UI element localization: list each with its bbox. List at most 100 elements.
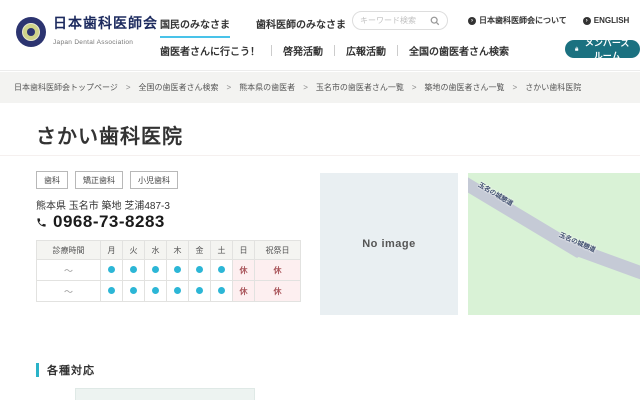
open-dot-icon: [152, 266, 159, 273]
breadcrumb-item-4[interactable]: 築地の歯医者さん一覧: [425, 82, 505, 93]
utility-links: ›日本歯科医師会について›ENGLISH: [468, 15, 629, 26]
breadcrumb: 日本歯科医師会トップページ > 全国の歯医者さん検索 > 熊本県の歯医者 > 玉名市の歯医者…: [0, 72, 640, 103]
primary-nav-item-1[interactable]: 歯科医師のみなさま: [256, 16, 346, 38]
nav-divider: [271, 45, 272, 56]
section-support: 各種対応: [36, 362, 95, 378]
breadcrumb-separator: >: [513, 83, 518, 92]
utility-link-1[interactable]: ›ENGLISH: [583, 15, 630, 26]
schedule-time-cell: ～: [37, 260, 101, 281]
phone-icon: [36, 217, 47, 228]
open-dot-icon: [218, 266, 225, 273]
clinic-tags: 歯科矯正歯科小児歯科: [36, 171, 178, 189]
section-title: 各種対応: [47, 362, 95, 378]
clinic-address: 熊本県 玉名市 築地 芝浦487-3: [36, 197, 170, 212]
open-dot-icon: [174, 287, 181, 294]
schedule-open-cell: [101, 260, 123, 281]
schedule-header-cell: 日: [233, 241, 255, 260]
secondary-nav: 歯医者さんに行こう！ 啓発活動 広報活動 全国の歯医者さん検索: [160, 41, 509, 59]
secondary-nav-item-3[interactable]: 全国の歯医者さん検索: [409, 43, 509, 58]
utility-link-0[interactable]: ›日本歯科医師会について: [468, 15, 567, 26]
schedule-open-cell: [123, 281, 145, 302]
breadcrumb-separator: >: [412, 83, 417, 92]
schedule-header-cell: 診療時間: [37, 241, 101, 260]
phone-number[interactable]: 0968-73-8283: [53, 212, 165, 232]
schedule-open-cell: [189, 281, 211, 302]
section-accent-bar: [36, 363, 39, 377]
schedule-open-cell: [189, 260, 211, 281]
schedule-open-cell: [145, 260, 167, 281]
schedule-header-cell: 火: [123, 241, 145, 260]
schedule-header-cell: 金: [189, 241, 211, 260]
schedule-header-cell: 月: [101, 241, 123, 260]
schedule-time-cell: ～: [37, 281, 101, 302]
schedule-header-cell: 祝祭日: [255, 241, 301, 260]
breadcrumb-item-5[interactable]: さかい歯科医院: [525, 82, 581, 93]
members-room-label: メンバーズルーム: [583, 36, 631, 62]
schedule-table: 診療時間月火水木金土日祝祭日～休休～休休: [36, 240, 301, 302]
map[interactable]: 玉名の城憩道 玉名の城憩道: [468, 173, 640, 315]
schedule-open-cell: [211, 281, 233, 302]
schedule-header-row: 診療時間月火水木金土日祝祭日: [37, 241, 301, 260]
schedule-open-cell: [211, 260, 233, 281]
utility-link-label: ENGLISH: [594, 16, 630, 25]
arrow-circle-icon: ›: [583, 17, 591, 25]
schedule-closed-cell: 休: [233, 260, 255, 281]
keyword-search[interactable]: [352, 11, 448, 30]
breadcrumb-item-1[interactable]: 全国の歯医者さん検索: [139, 82, 219, 93]
breadcrumb-separator: >: [303, 83, 308, 92]
open-dot-icon: [218, 287, 225, 294]
primary-nav-item-0[interactable]: 国民のみなさま: [160, 16, 230, 38]
schedule-row: ～ 休休: [37, 281, 301, 302]
breadcrumb-item-0[interactable]: 日本歯科医師会トップページ: [14, 82, 118, 93]
schedule-open-cell: [145, 281, 167, 302]
schedule-closed-cell: 休: [255, 281, 301, 302]
schedule-open-cell: [123, 260, 145, 281]
search-input[interactable]: [360, 16, 430, 25]
schedule-header-cell: 土: [211, 241, 233, 260]
clinic-phone: 0968-73-8283: [36, 212, 165, 232]
breadcrumb-separator: >: [126, 83, 131, 92]
site-logo[interactable]: 日本歯科医師会 Japan Dental Association: [16, 15, 158, 49]
logo-title: 日本歯科医師会: [53, 15, 158, 31]
nav-divider: [397, 45, 398, 56]
clinic-name-title: さかい歯科医院: [36, 120, 183, 149]
breadcrumb-separator: >: [227, 83, 232, 92]
site-header: 日本歯科医師会 Japan Dental Association 国民のみなさま…: [0, 0, 640, 71]
title-divider: [0, 155, 640, 156]
search-icon[interactable]: [430, 16, 440, 26]
open-dot-icon: [174, 266, 181, 273]
open-dot-icon: [152, 287, 159, 294]
arrow-circle-icon: ›: [468, 17, 476, 25]
secondary-nav-item-1[interactable]: 啓発活動: [283, 43, 323, 58]
schedule-closed-cell: 休: [255, 260, 301, 281]
open-dot-icon: [196, 287, 203, 294]
clinic-tag-1: 矯正歯科: [75, 171, 123, 189]
members-room-button[interactable]: メンバーズルーム: [565, 40, 640, 58]
schedule-row: ～ 休休: [37, 260, 301, 281]
schedule-open-cell: [167, 281, 189, 302]
breadcrumb-item-2[interactable]: 熊本県の歯医者: [239, 82, 295, 93]
lock-icon: [574, 45, 579, 53]
schedule-closed-cell: 休: [233, 281, 255, 302]
open-dot-icon: [196, 266, 203, 273]
clinic-photo-placeholder: No image: [320, 173, 458, 315]
page: 日本歯科医師会 Japan Dental Association 国民のみなさま…: [0, 0, 640, 400]
open-dot-icon: [108, 266, 115, 273]
open-dot-icon: [130, 287, 137, 294]
schedule-open-cell: [101, 281, 123, 302]
utility-link-label: 日本歯科医師会について: [479, 15, 567, 26]
nav-divider: [334, 45, 335, 56]
logo-subtitle: Japan Dental Association: [53, 39, 133, 46]
schedule-open-cell: [167, 260, 189, 281]
logo-text: 日本歯科医師会 Japan Dental Association: [53, 15, 158, 49]
schedule-header-cell: 水: [145, 241, 167, 260]
schedule-header-cell: 木: [167, 241, 189, 260]
clinic-tag-2: 小児歯科: [130, 171, 178, 189]
secondary-nav-item-0[interactable]: 歯医者さんに行こう！: [160, 43, 260, 58]
primary-nav: 国民のみなさま 歯科医師のみなさま: [160, 16, 346, 38]
jda-emblem-icon: [16, 17, 46, 47]
no-image-label: No image: [362, 238, 416, 250]
secondary-nav-item-2[interactable]: 広報活動: [346, 43, 386, 58]
breadcrumb-item-3[interactable]: 玉名市の歯医者さん一覧: [316, 82, 404, 93]
support-table-partial-cell: [75, 388, 255, 400]
